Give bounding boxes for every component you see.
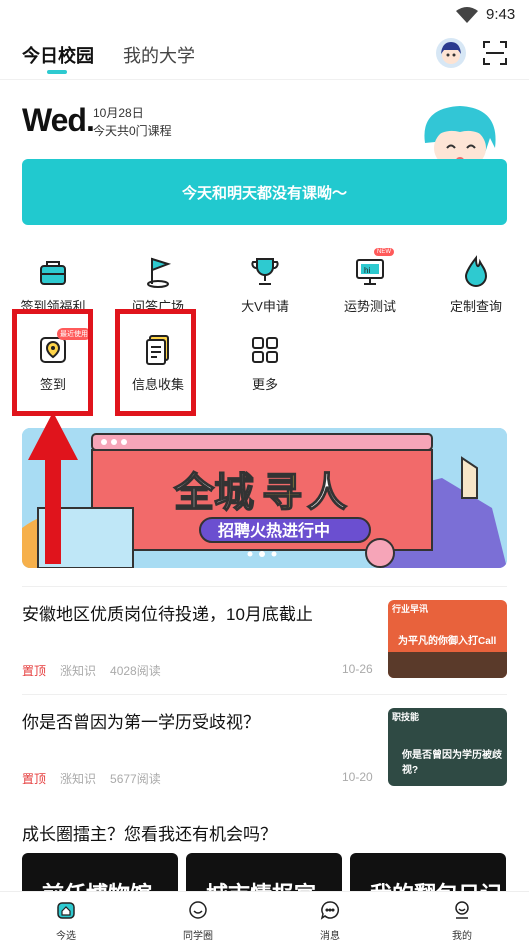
bottom-nav-label: 消息: [320, 931, 340, 941]
weekday: Wed.: [22, 102, 95, 138]
grid-item-more[interactable]: 更多: [215, 332, 315, 393]
grid-item-bigv-apply[interactable]: 大V申请: [215, 254, 315, 315]
monitor-hi-icon: hi: [356, 259, 384, 285]
trophy-icon: [251, 258, 279, 285]
promo-title-c: 人: [307, 471, 347, 515]
thumb-tag: 职技能: [392, 712, 420, 722]
article-thumbnail: 职技能 你是否曾因为学历被歧视?: [388, 708, 507, 786]
bottom-nav-label: 今选: [56, 931, 76, 941]
svg-text:hi: hi: [364, 266, 370, 275]
divider: [22, 694, 507, 695]
scan-icon[interactable]: [483, 41, 507, 65]
divider: [22, 586, 507, 587]
bottom-nav-label: 我的: [452, 931, 472, 941]
status-bar: 9:43: [0, 0, 529, 30]
article-meta: 置顶 涨知识 4028阅读: [22, 662, 161, 679]
grid-label: 运势测试: [343, 299, 396, 314]
highlight-box-info-collect: [115, 309, 196, 416]
article-meta: 置顶 涨知识 5677阅读: [22, 770, 161, 787]
top-nav: 今日校园 我的大学: [0, 30, 529, 80]
article-tag: 涨知识: [60, 772, 97, 786]
grid-item-custom-query[interactable]: 定制查询: [426, 254, 526, 315]
home-icon: [57, 902, 75, 919]
avatar[interactable]: [436, 38, 466, 68]
read-count: 5677阅读: [110, 772, 161, 786]
grid-label: 大V申请: [241, 299, 289, 314]
highlight-box-checkin: [12, 309, 93, 416]
article-item[interactable]: 安徽地区优质岗位待投递，10月底截止 置顶 涨知识 4028阅读 10-26 行业早…: [22, 600, 507, 680]
article-date: 10-26: [342, 662, 373, 676]
thumb-text: 为平凡的你御入打Call: [398, 636, 497, 647]
gift-bag-icon: [40, 261, 66, 285]
bottom-nav-me[interactable]: 我的: [432, 900, 492, 941]
tab-underline: [47, 70, 67, 74]
red-arrow-annotation: [28, 412, 78, 564]
apps-grid-icon: [252, 337, 278, 363]
article-item[interactable]: 你是否曾因为第一学历受歧视？ 置顶 涨知识 5677阅读 10-20 职技能 你是否…: [22, 708, 507, 788]
thumb-tag: 行业早讯: [392, 604, 429, 614]
flag-icon: [147, 257, 172, 288]
promo-illustration: 全城 寻 人 招聘火热进行中: [22, 428, 507, 568]
section-title: 成长圈擂主？您看我还有机会吗？: [22, 825, 277, 844]
bottom-nav-classmates[interactable]: 同学圈: [168, 900, 228, 941]
pin-label: 置顶: [22, 772, 47, 786]
promo-title-b: 寻: [262, 471, 302, 515]
read-count: 4028阅读: [110, 664, 161, 678]
pin-label: 置顶: [22, 664, 47, 678]
new-badge: NEW: [374, 248, 394, 256]
date-text: 10月28日: [93, 106, 144, 120]
grid-label: 更多: [251, 377, 278, 392]
promo-banner[interactable]: 全城 寻 人 招聘火热进行中: [22, 428, 507, 568]
grid-item-fortune-test[interactable]: hi NEW 运势测试: [320, 248, 420, 315]
smile-icon: [189, 901, 207, 919]
schedule-banner[interactable]: 今天和明天都没有课呦～: [22, 159, 507, 225]
tab-my-university[interactable]: 我的大学: [123, 42, 195, 68]
user-icon: [455, 901, 469, 919]
article-date: 10-20: [342, 770, 373, 784]
status-time: 9:43: [486, 6, 516, 23]
promo-title-a: 全城: [173, 470, 254, 515]
grid-item-qa-square[interactable]: 问答广场: [108, 254, 208, 315]
schedule-banner-text: 今天和明天都没有课呦～: [181, 184, 347, 202]
article-thumbnail: 行业早讯 为平凡的你御入打Call: [388, 600, 507, 678]
tab-today-campus[interactable]: 今日校园: [22, 42, 94, 68]
bottom-nav: 今选 同学圈 消息 我的: [0, 891, 529, 941]
article-title: 安徽地区优质岗位待投递，10月底截止: [22, 605, 313, 624]
grid-item-checkin-rewards[interactable]: 签到领福利: [3, 254, 103, 315]
bottom-nav-label: 同学圈: [183, 931, 213, 941]
bottom-nav-messages[interactable]: 消息: [300, 900, 360, 941]
promo-subtitle: 招聘火热进行中: [218, 521, 330, 540]
bottom-nav-today[interactable]: 今选: [36, 900, 96, 941]
flame-icon: [464, 255, 488, 287]
thumb-text: 你是否曾因为学历被歧视?: [402, 750, 502, 776]
grid-label: 定制查询: [449, 299, 502, 314]
course-count: 今天共0门课程: [93, 124, 172, 138]
article-tag: 涨知识: [60, 664, 97, 678]
chat-bubble-icon: [320, 901, 340, 920]
wifi-icon: [456, 7, 478, 23]
article-title: 你是否曾因为第一学历受歧视？: [22, 713, 260, 732]
